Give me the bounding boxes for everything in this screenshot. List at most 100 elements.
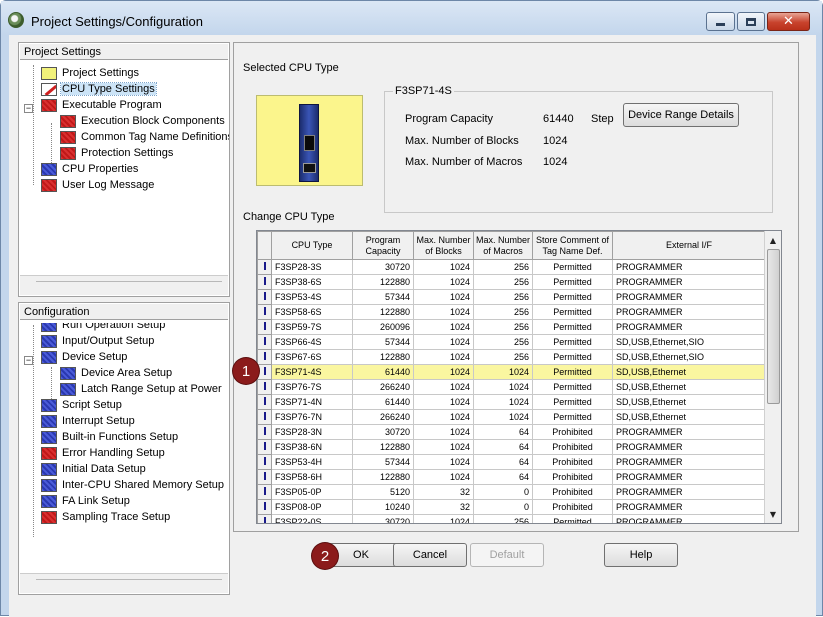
table-row[interactable]: F3SP76-7N 266240 1024 1024 Permitted SD,USB,E… <box>257 409 766 425</box>
scroll-down-icon[interactable]: ▼ <box>765 506 781 522</box>
table-row[interactable]: F3SP08-0P 10240 32 0 Prohibited PROGRAMMER <box>257 499 766 515</box>
configuration-pane: Configuration − Run Operation Setup Inpu… <box>18 302 230 595</box>
table-row[interactable]: F3SP66-4S 57344 1024 256 Permitted SD,USB,Eth… <box>257 334 766 350</box>
scroll-thumb[interactable] <box>767 249 780 404</box>
table-row[interactable]: F3SP67-6S 122880 1024 256 Permitted SD,USB,Et… <box>257 349 766 365</box>
tree-item-fa-link-setup[interactable]: FA Link Setup <box>41 493 131 509</box>
title-bar[interactable]: Project Settings/Configuration ✕ <box>1 1 822 35</box>
table-cell: 256 <box>473 319 533 335</box>
row-marker-icon <box>263 427 266 435</box>
table-cell: F3SP76-7S <box>271 379 353 395</box>
collapse-executable-program-icon[interactable]: − <box>24 104 33 113</box>
column-header[interactable]: Program Capacity <box>352 231 414 260</box>
window-title: Project Settings/Configuration <box>31 14 203 29</box>
tree-item-cpu-properties[interactable]: CPU Properties <box>41 161 139 177</box>
row-marker-icon <box>263 262 266 270</box>
config-icon <box>41 478 57 492</box>
tree-item-script-setup[interactable]: Script Setup <box>41 397 123 413</box>
column-header[interactable]: Store Comment of Tag Name Def. <box>532 231 613 260</box>
tree-item-interrupt-setup[interactable]: Interrupt Setup <box>41 413 136 429</box>
cancel-button[interactable]: Cancel <box>393 543 467 567</box>
table-cell: PROGRAMMER <box>612 514 766 523</box>
tree-item-run-operation-setup[interactable]: Run Operation Setup <box>41 323 166 333</box>
table-cell: 256 <box>473 514 533 523</box>
tree-item-sampling-trace-setup[interactable]: Sampling Trace Setup <box>41 509 171 525</box>
table-row[interactable]: F3SP38-6N 122880 1024 64 Prohibited PROGRAMME… <box>257 439 766 455</box>
maximize-button[interactable] <box>737 12 765 31</box>
program-icon <box>41 178 57 192</box>
change-cpu-type-label: Change CPU Type <box>243 211 335 223</box>
table-cell: 10240 <box>352 499 414 515</box>
table-row[interactable]: F3SP38-6S 122880 1024 256 Permitted PROGRAMME… <box>257 274 766 290</box>
table-cell: 0 <box>473 499 533 515</box>
table-cell: 30720 <box>352 259 414 275</box>
table-row[interactable]: F3SP71-4S 61440 1024 1024 Permitted SD,USB,Et… <box>257 364 766 380</box>
table-row[interactable]: F3SP71-4N 61440 1024 1024 Permitted SD,USB,Et… <box>257 394 766 410</box>
column-header[interactable]: Max. Number of Macros <box>473 231 533 260</box>
tree-item-cpu-type-settings[interactable]: CPU Type Settings <box>41 81 157 97</box>
table-cell: F3SP22-0S <box>271 514 353 523</box>
table-row[interactable]: F3SP58-6H 122880 1024 64 Prohibited PROGRAMME… <box>257 469 766 485</box>
tree-item-user-log-message[interactable]: User Log Message <box>41 177 155 193</box>
table-cell: 30720 <box>352 514 414 523</box>
table-cell: 64 <box>473 469 533 485</box>
table-cell: Permitted <box>532 289 613 305</box>
default-button[interactable]: Default <box>470 543 544 567</box>
table-cell: F3SP05-0P <box>271 484 353 500</box>
table-cell: 266240 <box>352 379 414 395</box>
minimize-button[interactable] <box>706 12 735 31</box>
tree-item-execution-block-components[interactable]: Execution Block Components <box>60 113 226 129</box>
tree-item-initial-data-setup[interactable]: Initial Data Setup <box>41 461 147 477</box>
tree-item-device-area-setup[interactable]: Device Area Setup <box>60 365 173 381</box>
table-row[interactable]: F3SP28-3N 30720 1024 64 Prohibited PROGRAMMER <box>257 424 766 440</box>
row-indicator <box>257 424 272 440</box>
table-cell: 256 <box>473 349 533 365</box>
tree-item-built-in-functions-setup[interactable]: Built-in Functions Setup <box>41 429 179 445</box>
table-cell: 1024 <box>473 394 533 410</box>
vertical-scrollbar[interactable]: ▲ ▼ <box>764 231 781 523</box>
tree-item-input-output-setup[interactable]: Input/Output Setup <box>41 333 155 349</box>
table-row[interactable]: F3SP59-7S 260096 1024 256 Permitted PROGRAMME… <box>257 319 766 335</box>
selected-cpu-group: F3SP71-4S Program Capacity 61440 Step Ma… <box>384 85 773 213</box>
table-cell: F3SP59-7S <box>271 319 353 335</box>
close-button[interactable]: ✕ <box>767 12 810 31</box>
tree-item-inter-cpu-shared-memory-setup[interactable]: Inter-CPU Shared Memory Setup <box>41 477 225 493</box>
tree-item-common-tag-name-definitions[interactable]: Common Tag Name Definitions <box>60 129 229 145</box>
tree-item-executable-program[interactable]: Executable Program <box>41 97 163 113</box>
table-cell: 122880 <box>352 274 414 290</box>
column-header[interactable]: CPU Type <box>271 231 353 260</box>
collapse-device-setup-icon[interactable]: − <box>24 356 33 365</box>
table-row[interactable]: F3SP22-0S 30720 1024 256 Permitted PROGRAMMER <box>257 514 766 523</box>
tree-connector <box>33 325 34 537</box>
table-row[interactable]: F3SP58-6S 122880 1024 256 Permitted PROGRAMME… <box>257 304 766 320</box>
table-row[interactable]: F3SP05-0P 5120 32 0 Prohibited PROGRAMMER <box>257 484 766 500</box>
program-icon <box>41 98 57 112</box>
row-indicator <box>257 409 272 425</box>
table-row[interactable]: F3SP53-4H 57344 1024 64 Prohibited PROGRAMMER <box>257 454 766 470</box>
table-cell: PROGRAMMER <box>612 424 766 440</box>
tree-item-error-handling-setup[interactable]: Error Handling Setup <box>41 445 166 461</box>
table-row[interactable]: F3SP28-3S 30720 1024 256 Permitted PROGRAMMER <box>257 259 766 275</box>
program-icon <box>41 446 57 460</box>
horizontal-scrollbar[interactable] <box>20 573 228 593</box>
column-header[interactable]: External I/F <box>612 231 766 260</box>
max-macros-value: 1024 <box>543 156 568 168</box>
scroll-up-icon[interactable]: ▲ <box>765 232 781 248</box>
horizontal-scrollbar[interactable] <box>20 275 228 295</box>
config-icon <box>60 366 76 380</box>
max-blocks-label: Max. Number of Blocks <box>405 135 519 147</box>
table-row[interactable]: F3SP53-4S 57344 1024 256 Permitted PROGRAMMER <box>257 289 766 305</box>
table-row[interactable]: F3SP76-7S 266240 1024 1024 Permitted SD,USB,E… <box>257 379 766 395</box>
table-cell: SD,USB,Ethernet,SIO <box>612 334 766 350</box>
help-button[interactable]: Help <box>604 543 678 567</box>
device-range-details-button[interactable]: Device Range Details <box>623 103 739 127</box>
column-header[interactable]: Max. Number of Blocks <box>413 231 474 260</box>
project-settings-pane: Project Settings − Project Settings CPU … <box>18 42 230 297</box>
table-cell: Permitted <box>532 379 613 395</box>
row-indicator <box>257 499 272 515</box>
table-cell: Permitted <box>532 319 613 335</box>
tree-item-project-settings[interactable]: Project Settings <box>41 65 140 81</box>
tree-item-device-setup[interactable]: Device Setup <box>41 349 128 365</box>
tree-item-latch-range-setup[interactable]: Latch Range Setup at Power <box>60 381 223 397</box>
tree-item-protection-settings[interactable]: Protection Settings <box>60 145 174 161</box>
